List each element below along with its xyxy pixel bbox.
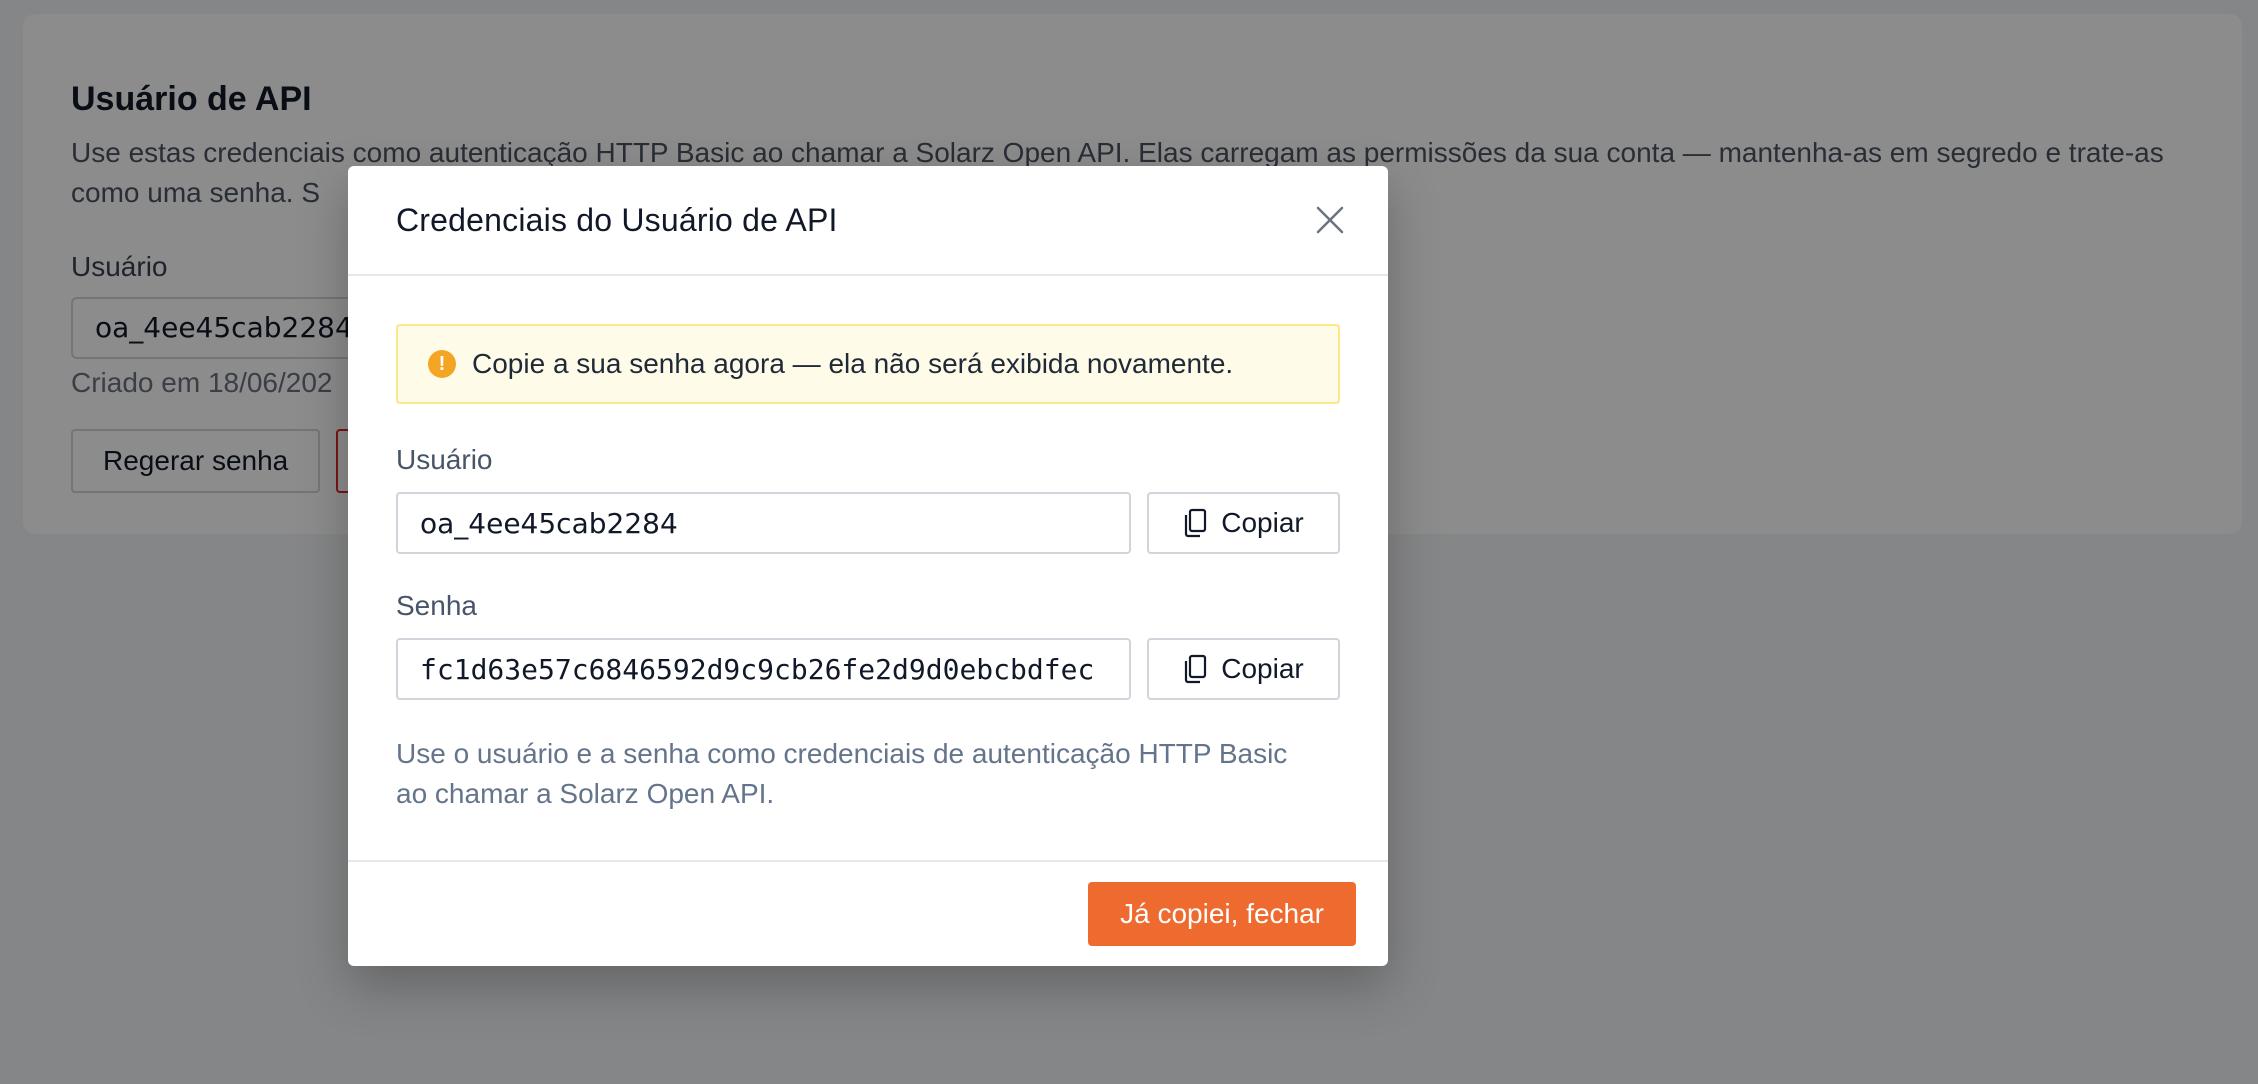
warning-icon: ! [428, 350, 456, 378]
username-row: Copiar [396, 492, 1340, 554]
username-label: Usuário [396, 444, 493, 475]
modal-body: ! Copie a sua senha agora — ela não será… [348, 276, 1388, 814]
modal-header: Credenciais do Usuário de API [348, 166, 1388, 276]
modal-title: Credenciais do Usuário de API [396, 202, 838, 238]
username-input[interactable] [396, 492, 1131, 554]
warning-alert: ! Copie a sua senha agora — ela não será… [396, 324, 1340, 404]
copy-username-button[interactable]: Copiar [1147, 492, 1340, 554]
copy-password-button[interactable]: Copiar [1147, 638, 1340, 700]
confirm-close-button[interactable]: Já copiei, fechar [1088, 882, 1356, 946]
alert-text: Copie a sua senha agora — ela não será e… [472, 348, 1234, 379]
modal-footer: Já copiei, fechar [348, 860, 1388, 966]
copy-icon [1185, 508, 1207, 538]
copy-password-label: Copiar [1221, 653, 1304, 684]
credentials-modal: Credenciais do Usuário de API ! Copie a … [348, 166, 1388, 966]
close-icon [1316, 206, 1344, 234]
password-label: Senha [396, 590, 477, 621]
close-button[interactable] [1310, 200, 1350, 240]
copy-icon [1185, 654, 1207, 684]
copy-username-label: Copiar [1221, 507, 1304, 538]
password-row: Copiar [396, 638, 1340, 700]
password-input[interactable] [396, 638, 1131, 700]
help-text: Use o usuário e a senha como credenciais… [396, 738, 1288, 809]
